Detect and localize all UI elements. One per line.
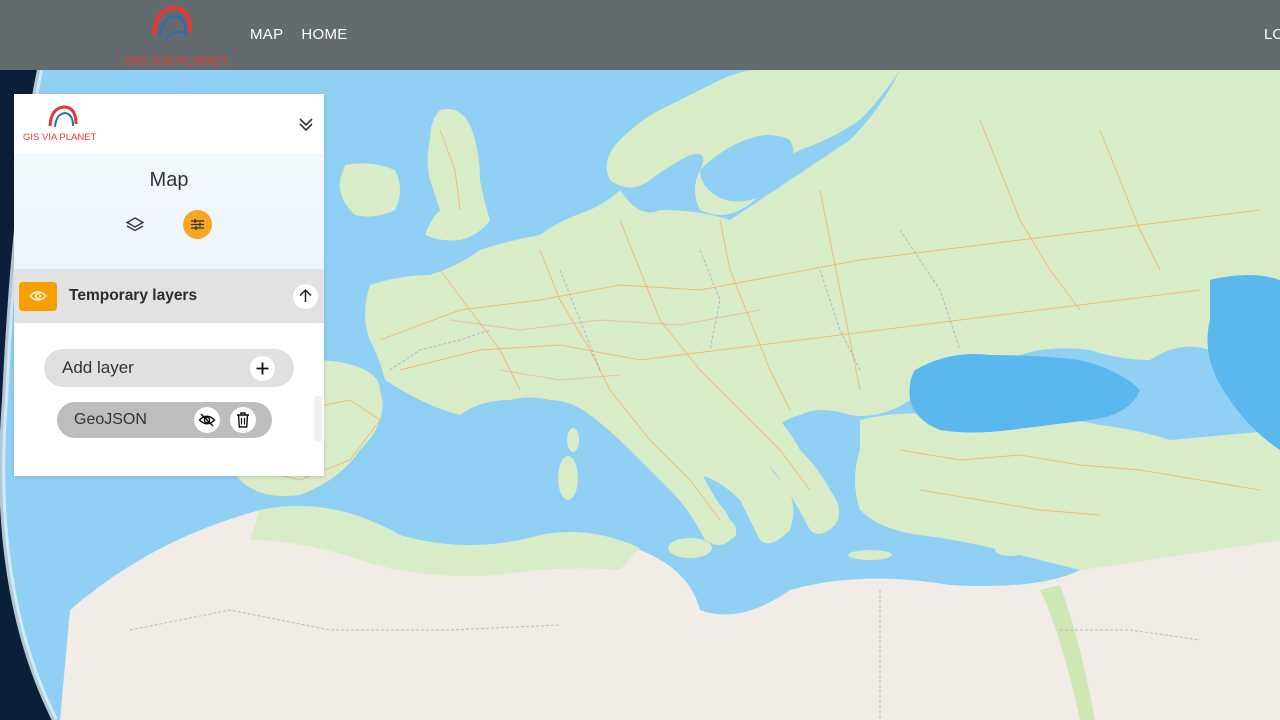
sliders-icon [191, 219, 204, 230]
main-nav: MAP HOME [250, 26, 348, 43]
panel-title: Map [149, 169, 189, 191]
add-layer-plus[interactable] [250, 356, 275, 381]
toggle-visibility-button[interactable] [19, 282, 57, 311]
layers-panel: GIS VIA PLANET Map Temporary layers Add … [14, 94, 324, 476]
eye-icon [29, 291, 47, 301]
globe-logo-icon [48, 105, 78, 128]
layer-item: GeoJSON [57, 402, 272, 438]
brand-text: GIS VIA PLANET [125, 53, 229, 68]
add-layer-label: Add layer [62, 358, 134, 377]
delete-layer-button[interactable] [230, 407, 256, 433]
plus-icon [256, 362, 269, 375]
login-link[interactable]: LO [1264, 26, 1280, 43]
layer-name: GeoJSON [74, 411, 147, 428]
nav-link-home[interactable]: HOME [301, 26, 347, 43]
section-title: Temporary layers [69, 287, 198, 304]
layers-icon [125, 217, 145, 232]
arrow-up-icon [299, 288, 312, 302]
panel-header: GIS VIA PLANET [14, 94, 324, 154]
panel-toolbar: Map [14, 154, 324, 269]
nav-link-map[interactable]: MAP [250, 26, 283, 43]
globe-logo-icon [152, 5, 192, 42]
eye-off-icon [198, 413, 216, 427]
panel-logo: GIS VIA PLANET [23, 104, 107, 144]
panel-logo-text: GIS VIA PLANET [23, 132, 97, 143]
add-layer-button[interactable]: Add layer [44, 349, 294, 387]
top-navigation-bar: GIS VIA PLANET MAP HOME LO [0, 0, 1280, 70]
panel-scrollbar[interactable] [314, 396, 322, 442]
collapse-section-button[interactable] [293, 284, 318, 309]
collapse-panel-button[interactable] [296, 114, 316, 134]
temporary-layers-header[interactable]: Temporary layers [14, 269, 324, 323]
layers-tool-button[interactable] [124, 214, 146, 236]
settings-tool-button[interactable] [183, 210, 212, 239]
brand-logo[interactable]: GIS VIA PLANET [116, 3, 234, 68]
trash-icon [237, 412, 249, 428]
double-chevron-down-icon [299, 118, 313, 132]
hide-layer-button[interactable] [194, 407, 220, 433]
